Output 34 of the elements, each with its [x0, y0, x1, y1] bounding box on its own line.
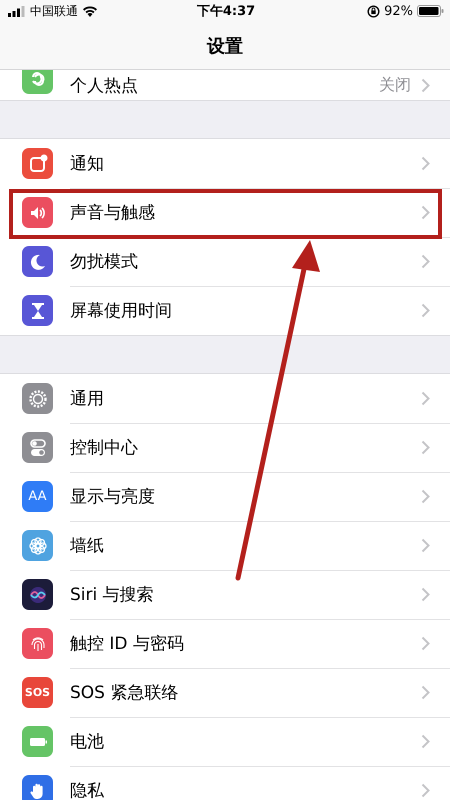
text-size-icon: AA [22, 481, 53, 512]
settings-item[interactable]: 触控 ID 与密码 [0, 619, 450, 668]
settings-item[interactable]: 通用 [0, 374, 450, 423]
settings-item[interactable]: SOS SOS 紧急联络 [0, 668, 450, 717]
item-label: 隐私 [70, 780, 105, 800]
item-label: 显示与亮度 [70, 486, 156, 508]
item-label: 通知 [70, 152, 105, 174]
settings-item[interactable]: Siri 与搜索 [0, 570, 450, 619]
settings-item[interactable]: 声音与触感 [0, 188, 450, 237]
settings-item[interactable]: 通知 [0, 139, 450, 188]
carrier-name: 中国联通 [30, 2, 78, 20]
settings-item[interactable]: 电池 [0, 717, 450, 766]
settings-item[interactable]: 控制中心 [0, 423, 450, 472]
item-label: 个人热点 [70, 74, 139, 96]
item-value: 关闭 [379, 74, 411, 96]
page-title: 设置 [207, 34, 243, 58]
item-label: 声音与触感 [70, 202, 156, 224]
item-label: 通用 [70, 388, 105, 410]
item-label: 勿扰模式 [70, 250, 139, 272]
item-label: 墙纸 [70, 534, 105, 556]
status-time: 下午4:37 [196, 3, 256, 20]
settings-item[interactable]: AA 显示与亮度 [0, 472, 450, 521]
item-label: 控制中心 [70, 436, 139, 458]
sos-icon: SOS [22, 677, 53, 708]
item-label: 屏幕使用时间 [70, 300, 173, 322]
item-label: SOS 紧急联络 [70, 682, 180, 704]
item-label: 电池 [70, 730, 105, 752]
item-label: Siri 与搜索 [70, 584, 155, 606]
settings-item[interactable]: 个人热点 关闭 [0, 70, 450, 100]
settings-item[interactable]: 屏幕使用时间 [0, 286, 450, 335]
settings-item[interactable]: 墙纸 [0, 521, 450, 570]
battery-percent: 92% [384, 4, 413, 18]
item-label: 触控 ID 与密码 [70, 632, 185, 654]
settings-item[interactable]: 隐私 [0, 766, 450, 800]
